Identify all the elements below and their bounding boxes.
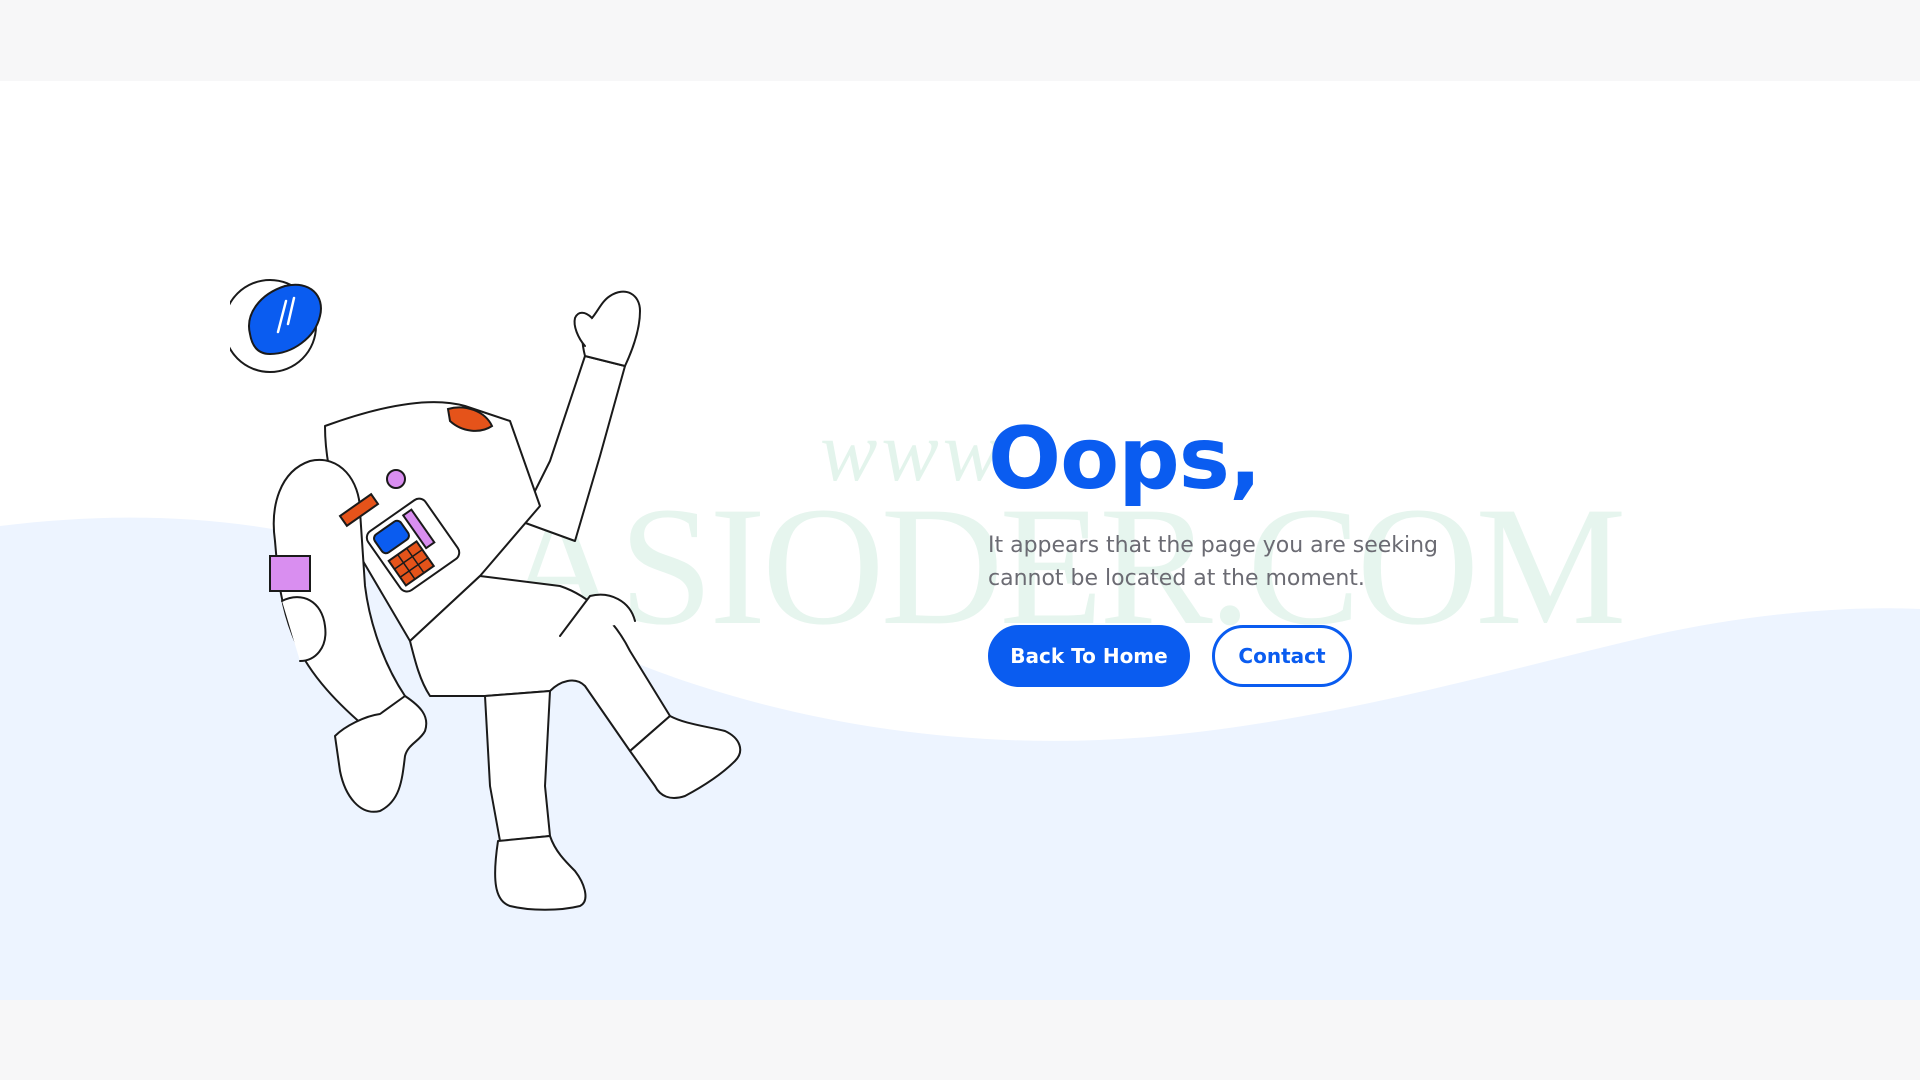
- error-content: Oops, It appears that the page you are s…: [988, 411, 1508, 687]
- top-bar: [0, 0, 1920, 81]
- contact-button[interactable]: Contact: [1212, 625, 1352, 687]
- page-title: Oops,: [988, 409, 1262, 509]
- action-buttons: Back To Home Contact: [988, 625, 1508, 687]
- bottom-bar: [0, 1000, 1920, 1080]
- back-to-home-button[interactable]: Back To Home: [988, 625, 1190, 687]
- error-message: It appears that the page you are seeking…: [988, 533, 1439, 591]
- astronaut-icon: [230, 279, 742, 911]
- error-page-panel: www. ASIODER.COM Oops, It appears that t…: [0, 81, 1920, 1000]
